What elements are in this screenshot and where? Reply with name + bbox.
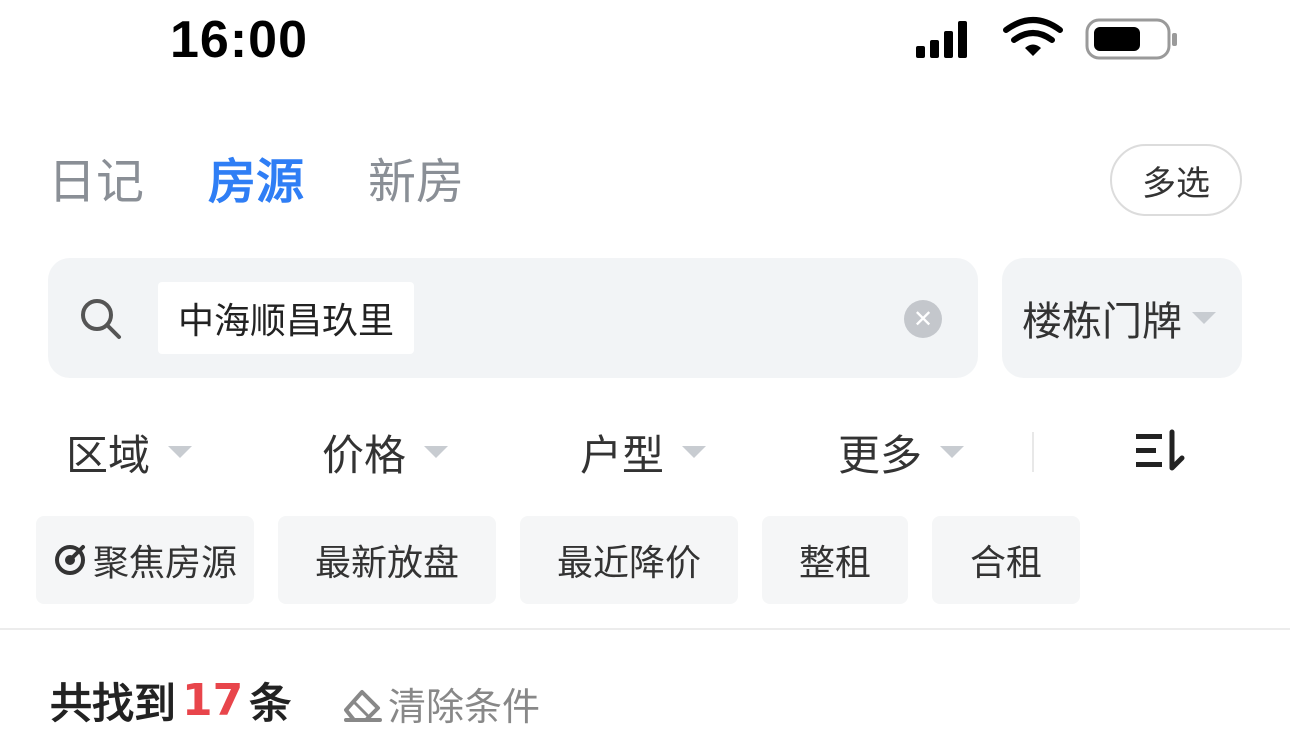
filter-layout-label: 户型 <box>580 430 665 480</box>
tab-new-homes[interactable]: 新房 <box>368 150 464 214</box>
chevron-down-icon <box>168 446 193 458</box>
chevron-down-icon <box>682 446 707 458</box>
tab-listings[interactable]: 房源 <box>208 150 304 214</box>
clear-conditions-label: 清除条件 <box>388 685 541 729</box>
result-summary: 共找到 17 条 <box>50 670 291 731</box>
clear-conditions-button[interactable]: 清除条件 <box>340 676 540 731</box>
building-selector[interactable]: 楼栋门牌 <box>1002 258 1242 378</box>
chevron-down-icon <box>1192 312 1216 324</box>
filter-layout[interactable]: 户型 <box>580 424 707 480</box>
result-count: 17 <box>182 675 244 726</box>
clear-icon[interactable]: ✕ <box>904 300 942 338</box>
search-bar[interactable]: 中海顺昌玖里 ✕ <box>48 258 978 378</box>
status-time: 16:00 <box>170 11 308 69</box>
chevron-down-icon <box>424 446 449 458</box>
filter-more-label: 更多 <box>838 430 923 480</box>
filter-price-label: 价格 <box>322 430 407 480</box>
chip-label: 聚焦房源 <box>92 543 237 584</box>
chip-whole-rent[interactable]: 整租 <box>762 516 908 604</box>
tab-diary[interactable]: 日记 <box>48 150 144 214</box>
chip-focus-listings[interactable]: 聚焦房源 <box>36 516 254 604</box>
wifi-icon <box>1003 17 1063 56</box>
result-prefix: 共找到 <box>50 679 177 728</box>
filter-area[interactable]: 区域 <box>66 424 193 480</box>
filter-price[interactable]: 价格 <box>322 424 449 480</box>
screen: 16:00 日记 房源 新房 多选 中海顺昌玖里 ✕ 楼栋门牌 区域 价格 户型… <box>0 0 1290 752</box>
top-tabs: 日记 房源 新房 <box>48 150 528 214</box>
chip-shared-rent[interactable]: 合租 <box>932 516 1080 604</box>
focus-target-icon <box>54 545 85 575</box>
result-suffix: 条 <box>249 679 292 728</box>
filter-divider <box>1032 432 1034 472</box>
chip-latest[interactable]: 最新放盘 <box>278 516 496 604</box>
building-selector-label: 楼栋门牌 <box>1022 299 1182 345</box>
divider <box>0 628 1290 630</box>
battery-icon <box>1085 18 1177 60</box>
multi-select-button[interactable]: 多选 <box>1110 144 1242 216</box>
sort-icon[interactable] <box>1134 428 1190 474</box>
status-icons <box>916 17 1177 60</box>
filter-area-label: 区域 <box>66 430 151 480</box>
signal-icon <box>916 21 967 58</box>
filter-more[interactable]: 更多 <box>838 424 965 480</box>
eraser-icon <box>344 689 382 722</box>
search-icon <box>81 299 121 339</box>
chip-price-drop[interactable]: 最近降价 <box>520 516 738 604</box>
search-keyword-chip[interactable]: 中海顺昌玖里 <box>158 282 415 354</box>
chevron-down-icon <box>940 446 965 458</box>
